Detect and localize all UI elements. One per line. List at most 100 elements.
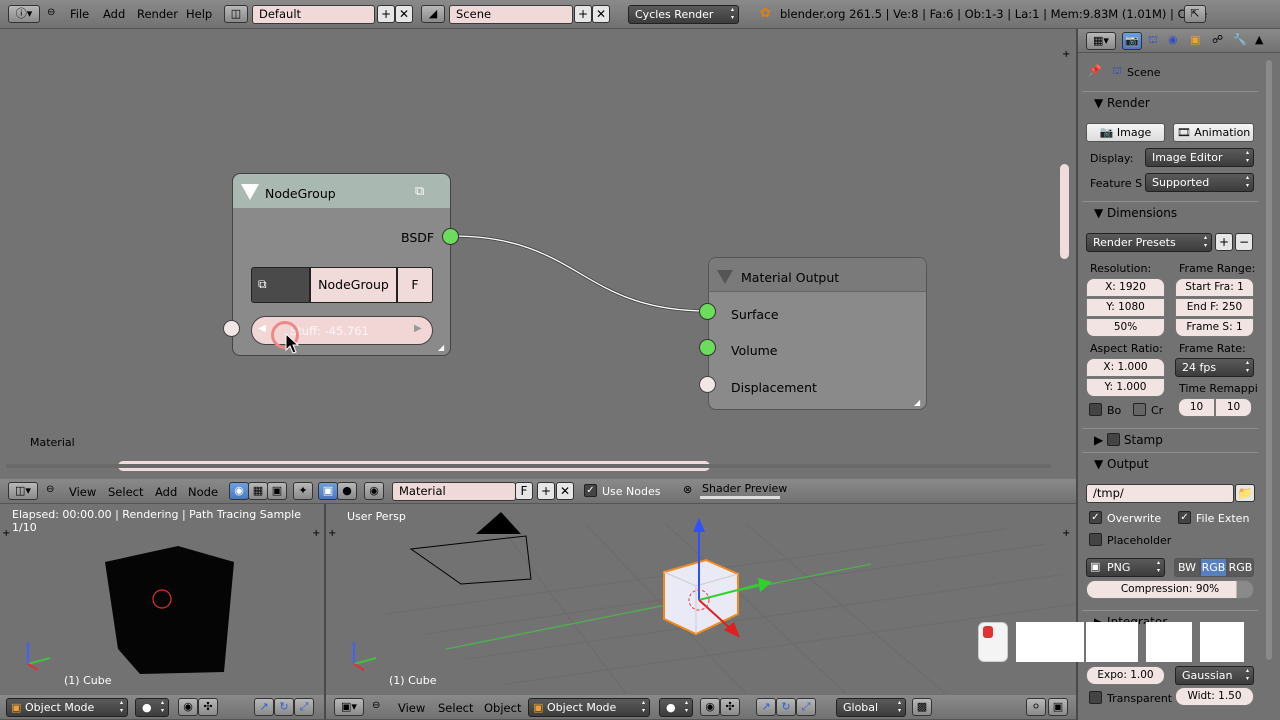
output-path-field[interactable]: /tmp/ <box>1086 484 1234 503</box>
data-tab-icon[interactable]: ▲ <box>1255 33 1263 46</box>
constraints-tab-icon[interactable]: ☍ <box>1212 33 1223 46</box>
properties-scrollbar[interactable] <box>1266 60 1272 660</box>
editor-type-properties-button[interactable]: ▦▾ <box>1086 32 1116 50</box>
render-preview-button[interactable]: ⚪ <box>1026 698 1046 716</box>
area-plus-icon[interactable]: + <box>312 528 320 539</box>
remap-new-field[interactable]: 10 <box>1215 398 1252 417</box>
manipulator-icon[interactable]: ✣ <box>198 698 218 716</box>
border-checkbox[interactable] <box>1089 403 1102 416</box>
slider-left-arrow-icon[interactable]: ◀ <box>258 323 266 334</box>
color-rgba-button[interactable]: RGB <box>1227 558 1254 577</box>
pin-icon[interactable]: ✦ <box>293 482 313 500</box>
editor-type-node-button[interactable]: ◫▾ <box>8 482 38 500</box>
render-animation-button[interactable]: 🎞 Animation <box>1173 123 1254 142</box>
menu-node[interactable]: Node <box>188 485 218 499</box>
render-presets-select[interactable]: Render Presets <box>1086 233 1212 252</box>
group-fake-user-button[interactable]: F <box>397 267 433 303</box>
orientation-select[interactable]: Global <box>836 698 906 717</box>
render-tab-icon[interactable]: 📷 <box>1122 32 1142 50</box>
slider-right-arrow-icon[interactable]: ▶ <box>414 323 422 334</box>
modifiers-tab-icon[interactable]: 🔧 <box>1233 33 1247 46</box>
object-tab-icon[interactable]: ▣ <box>1190 33 1200 46</box>
menu-add[interactable]: Add <box>155 485 177 499</box>
feature-set-select[interactable]: Supported <box>1145 173 1254 192</box>
translate-icon[interactable]: ↗ <box>254 698 274 716</box>
displacement-input-socket[interactable] <box>699 376 716 393</box>
frame-start-field[interactable]: Start Fra: 1 <box>1175 278 1254 297</box>
stamp-panel-header[interactable]: ▶ Stamp <box>1082 428 1258 450</box>
pivot-icon[interactable]: ◉ <box>700 698 720 716</box>
mode-select[interactable]: ▣ Object Mode <box>528 698 650 717</box>
resolution-percent-slider[interactable]: 50% <box>1086 318 1165 337</box>
world-tab-icon[interactable]: ◉ <box>1168 33 1178 46</box>
group-browse-button[interactable]: ⧉ <box>251 267 310 303</box>
resolution-y-field[interactable]: Y: 1080 <box>1086 298 1165 317</box>
rotate-icon[interactable]: ↻ <box>776 698 796 716</box>
viewport-3d-area[interactable]: User Persp + + (1) Cube <box>326 504 1076 694</box>
frame-end-field[interactable]: End F: 250 <box>1175 298 1254 317</box>
remap-old-field[interactable]: 10 <box>1178 398 1215 417</box>
render-mode-select[interactable]: ▣ Object Mode <box>6 698 128 717</box>
material-fake-user-button[interactable]: F <box>515 482 533 500</box>
menu-select[interactable]: Select <box>108 485 143 499</box>
pin-icon[interactable]: 📌 <box>1088 64 1102 77</box>
collapse-menu-icon[interactable]: ⊖ <box>372 700 380 711</box>
render-panel-header[interactable]: ▼ Render <box>1082 91 1258 113</box>
overwrite-checkbox[interactable]: ✓ <box>1089 511 1102 524</box>
placeholder-checkbox[interactable] <box>1089 533 1102 546</box>
close-icon[interactable]: ⊗ <box>683 483 692 496</box>
frame-rate-select[interactable]: 24 fps <box>1175 358 1254 377</box>
material-name-field[interactable]: Material <box>392 482 516 501</box>
compositing-nodes-button[interactable]: ▦ <box>248 482 268 500</box>
aspect-x-field[interactable]: X: 1.000 <box>1086 358 1165 377</box>
scene-tab-icon[interactable]: ⛫ <box>1148 33 1158 48</box>
filter-width-field[interactable]: Widt: 1.50 <box>1175 687 1254 706</box>
volume-input-socket[interactable] <box>699 339 716 356</box>
material-output-node[interactable]: Material Output Surface Volume Displacem… <box>708 257 927 410</box>
resize-corner-icon[interactable]: ◢ <box>914 398 920 407</box>
bsdf-output-socket[interactable] <box>442 228 459 245</box>
editor-type-3d-button[interactable]: ▣▾ <box>334 698 364 716</box>
delete-material-button[interactable]: ✕ <box>556 482 574 500</box>
folder-icon[interactable]: 📁 <box>1235 484 1255 502</box>
group-name-field[interactable]: NodeGroup <box>310 267 397 303</box>
world-shader-button[interactable]: ● <box>337 482 357 500</box>
nodegroup-node[interactable]: NodeGroup ⧉ BSDF ⧉ NodeGroup F ◀ Stuff: … <box>232 173 451 356</box>
color-bw-button[interactable]: BW <box>1174 558 1200 577</box>
frame-step-field[interactable]: Frame S: 1 <box>1175 318 1254 337</box>
render-view-area[interactable]: Elapsed: 00:00.00 | Rendering | Path Tra… <box>0 504 324 694</box>
texture-nodes-button[interactable]: ▣ <box>267 482 287 500</box>
scale-icon[interactable]: ⤢ <box>294 698 314 716</box>
menu-object[interactable]: Object <box>484 701 521 715</box>
resize-corner-icon[interactable]: ◢ <box>438 343 444 352</box>
file-extensions-checkbox[interactable]: ✓ <box>1178 511 1191 524</box>
shader-nodes-button[interactable]: ◉ <box>229 482 249 500</box>
aspect-y-field[interactable]: Y: 1.000 <box>1086 378 1165 397</box>
menu-view[interactable]: View <box>69 485 96 499</box>
collapse-triangle-icon[interactable] <box>717 270 733 284</box>
compression-slider[interactable]: Compression: 90% <box>1086 580 1254 599</box>
color-rgb-button[interactable]: RGB <box>1200 558 1227 577</box>
add-material-button[interactable]: + <box>537 482 555 500</box>
stuff-input-socket[interactable] <box>223 320 240 337</box>
manipulator-icon[interactable]: ✣ <box>720 698 740 716</box>
collapse-triangle-icon[interactable] <box>241 184 259 200</box>
viewport-shading-select[interactable]: ● <box>659 698 693 717</box>
resolution-x-field[interactable]: X: 1920 <box>1086 278 1165 297</box>
translate-icon[interactable]: ↗ <box>756 698 776 716</box>
dimensions-panel-header[interactable]: ▼ Dimensions <box>1082 201 1258 223</box>
material-icon[interactable]: ◉ <box>364 482 384 500</box>
fullscreen-icon[interactable]: ⇱ <box>1184 5 1206 23</box>
filter-type-select[interactable]: Gaussian <box>1175 666 1254 685</box>
transparent-checkbox[interactable] <box>1089 691 1102 704</box>
stamp-checkbox[interactable] <box>1107 433 1121 446</box>
menu-select[interactable]: Select <box>438 701 473 715</box>
cube-object[interactable] <box>663 558 739 636</box>
area-plus-icon[interactable]: + <box>2 528 10 539</box>
output-panel-header[interactable]: ▼ Output <box>1082 452 1258 474</box>
camera-icon[interactable]: ▣ <box>1048 698 1068 716</box>
object-shader-button[interactable]: ▣ <box>318 482 338 500</box>
scale-icon[interactable]: ⤢ <box>796 698 816 716</box>
display-select[interactable]: Image Editor <box>1145 148 1254 167</box>
render-image-button[interactable]: 📷 Image <box>1086 123 1165 142</box>
